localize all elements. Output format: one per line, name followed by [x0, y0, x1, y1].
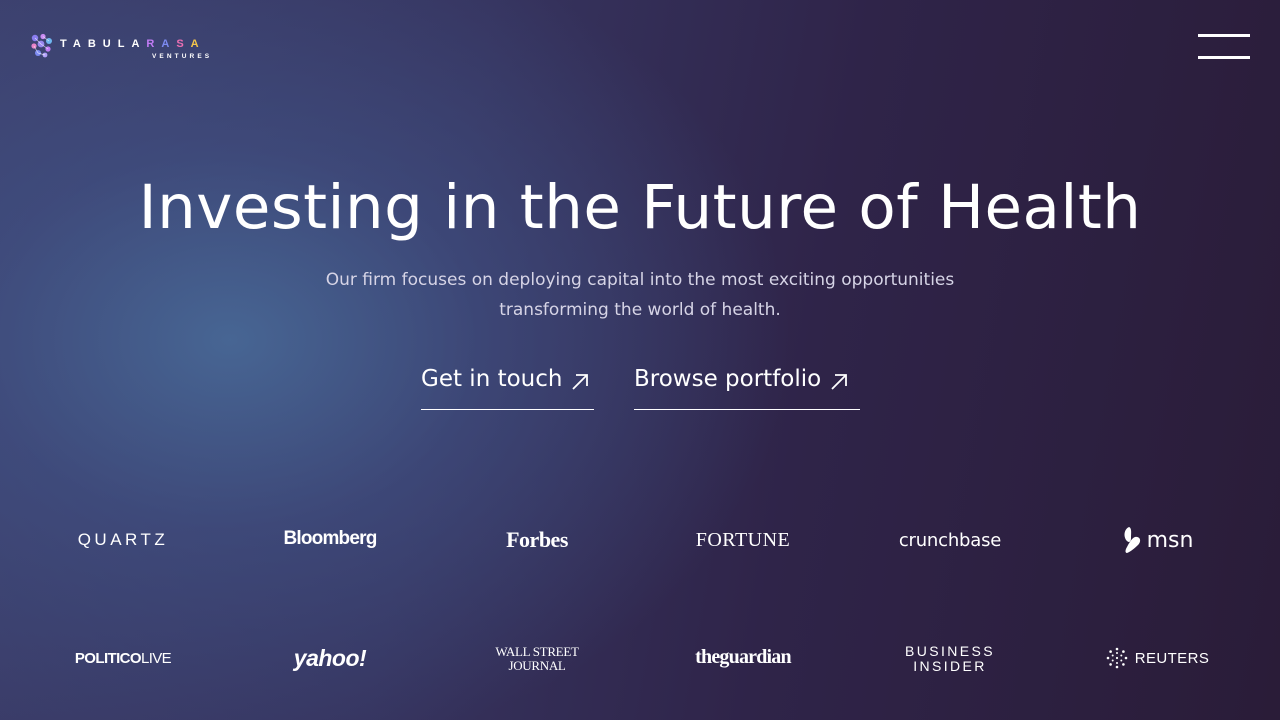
logo-subtext: VENTURES — [152, 53, 213, 60]
hero-subtitle-line1: Our firm focuses on deploying capital in… — [325, 270, 955, 290]
butterfly-icon — [1124, 527, 1140, 553]
logo-wordmark: TABULARASA — [60, 38, 206, 50]
menu-bar-bottom — [1198, 56, 1250, 59]
press-logo-reuters: REUTERS — [1057, 638, 1257, 678]
get-in-touch-label: Get in touch — [421, 366, 563, 392]
reuters-dots-icon — [1106, 647, 1128, 669]
press-logo-yahoo: yahoo! — [293, 644, 367, 671]
molecule-logo-icon — [31, 33, 52, 58]
press-logo-forbes: Forbes — [506, 527, 568, 552]
arrow-up-right-icon — [572, 374, 589, 390]
press-logo-business-insider: BUSINESS INSIDER — [905, 643, 995, 674]
press-logo-bloomberg: Bloomberg — [283, 528, 377, 549]
hero-subtitle-line2: transforming the world of health. — [499, 300, 781, 320]
press-logo-guardian: theguardian — [695, 645, 791, 668]
browse-portfolio-label: Browse portfolio — [634, 366, 822, 392]
menu-bar-top — [1198, 34, 1250, 37]
press-logo-crunchbase: crunchbase — [898, 529, 1002, 551]
hero-subtitle: Our firm focuses on deploying capital in… — [300, 265, 980, 325]
arrow-up-right-icon — [831, 374, 848, 390]
hero-title: Investing in the Future of Health — [138, 172, 1142, 243]
press-logo-msn: msn — [1057, 520, 1257, 560]
reuters-label: REUTERS — [1134, 649, 1210, 667]
brand-logo[interactable]: TABULARASA VENTURES — [30, 33, 230, 63]
hamburger-menu-icon[interactable] — [1198, 33, 1250, 61]
get-in-touch-link[interactable]: Get in touch — [421, 366, 594, 410]
press-logo-fortune: FORTUNE — [695, 528, 791, 551]
press-logo-politico-live: POLITICO LIVE — [74, 649, 172, 667]
browse-portfolio-link[interactable]: Browse portfolio — [634, 366, 860, 410]
press-logo-quartz: QUARTZ — [77, 530, 169, 549]
msn-label: msn — [1146, 527, 1194, 553]
press-logo-wall-street-journal: WALL STREET JOURNAL — [495, 644, 579, 673]
